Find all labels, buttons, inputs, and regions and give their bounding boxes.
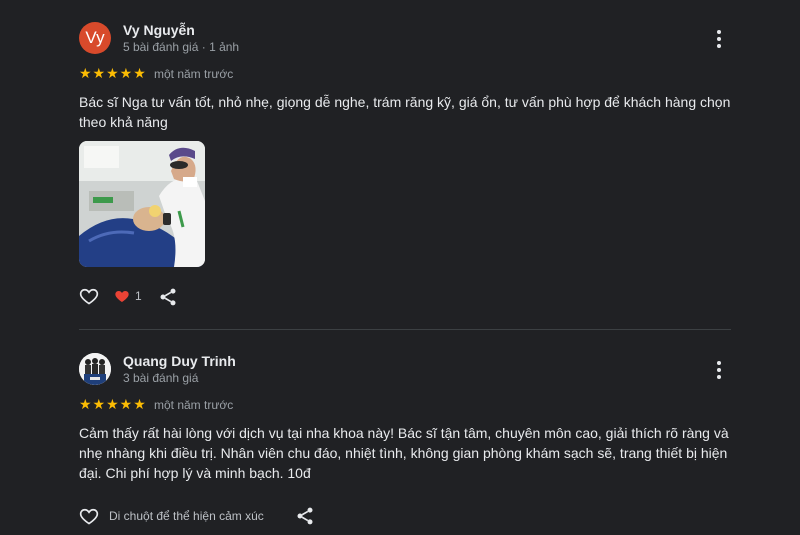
like-button[interactable] <box>79 286 99 306</box>
reaction-button[interactable]: 1 <box>114 288 142 304</box>
star-rating: ★★★★★ <box>79 396 147 412</box>
heart-outline-icon <box>79 508 99 525</box>
review-time: một năm trước <box>154 67 234 81</box>
review-text: Cảm thấy rất hài lòng với dịch vụ tại nh… <box>79 425 729 481</box>
review-divider <box>79 329 731 330</box>
heart-filled-icon <box>115 291 129 302</box>
dentist-photo <box>79 141 205 267</box>
reviewer-meta[interactable]: 3 bài đánh giá <box>123 371 198 385</box>
react-hint: Di chuột để thể hiện cảm xúc <box>109 509 264 523</box>
reviewer-name[interactable]: Quang Duy Trinh <box>123 353 236 369</box>
review-time: một năm trước <box>154 398 234 412</box>
avatar[interactable]: Vy <box>79 22 111 54</box>
share-icon <box>297 507 313 525</box>
like-button[interactable] <box>79 506 99 526</box>
avatar[interactable] <box>79 353 111 385</box>
reviewer-meta[interactable]: 5 bài đánh giá · 1 ảnh <box>123 40 239 54</box>
group-photo-avatar <box>79 353 111 385</box>
heart-outline-icon <box>79 288 99 305</box>
review-photo[interactable] <box>79 141 205 267</box>
more-options-button[interactable] <box>712 360 726 380</box>
more-vert-icon <box>717 30 721 34</box>
avatar-initials: Vy <box>85 28 105 47</box>
more-options-button[interactable] <box>712 29 726 49</box>
reviewer-name[interactable]: Vy Nguyễn <box>123 22 195 38</box>
share-button[interactable] <box>158 287 178 307</box>
reaction-count: 1 <box>135 289 142 303</box>
share-icon <box>160 288 176 306</box>
more-vert-icon <box>717 361 721 365</box>
share-button[interactable] <box>295 506 315 526</box>
star-rating: ★★★★★ <box>79 65 147 81</box>
review-text: Bác sĩ Nga tư vấn tốt, nhỏ nhẹ, giọng dễ… <box>79 94 731 130</box>
